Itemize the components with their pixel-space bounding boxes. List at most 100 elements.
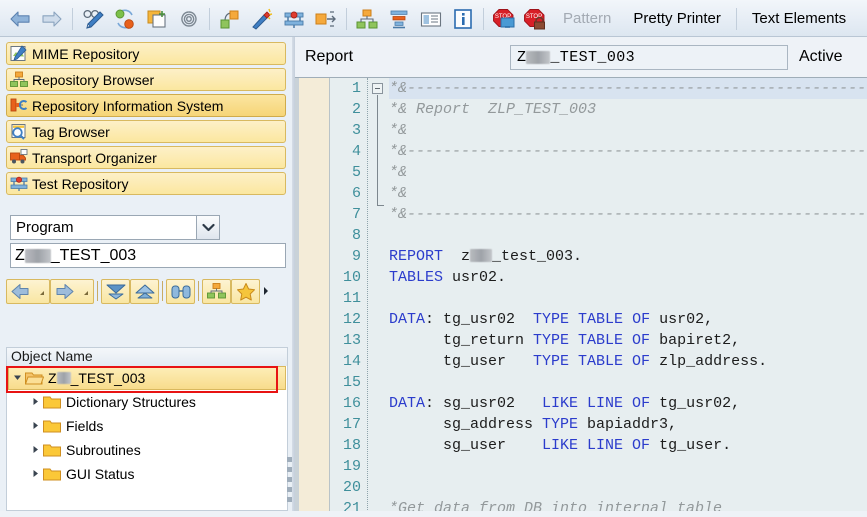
- sidebar-item-repository-information-system[interactable]: Repository Information System: [6, 94, 286, 117]
- chevron-down-icon[interactable]: [196, 216, 219, 239]
- code-token: : sg_usr02: [425, 395, 543, 412]
- repository-browser-icon: [10, 71, 28, 88]
- object-tree[interactable]: Z _TEST_003 Dictionary Structures Fields: [6, 366, 288, 511]
- code-line[interactable]: *&: [389, 120, 867, 141]
- expand-subtree-button[interactable]: [101, 278, 130, 304]
- navigation-panel: MIME Repository Repository Browser Repos…: [0, 37, 292, 511]
- code-folding-column[interactable]: [371, 78, 389, 511]
- code-line[interactable]: *& Report ZLP_TEST_003: [389, 99, 867, 120]
- test-repository-icon: [10, 175, 28, 192]
- repository-information-system-icon: [10, 97, 28, 114]
- tree-row-dictionary-structures[interactable]: Dictionary Structures: [7, 390, 287, 414]
- tree-expand-toggle[interactable]: [27, 469, 43, 480]
- code-line[interactable]: TABLES usr02.: [389, 267, 867, 288]
- code-line[interactable]: REPORT z _test_003.: [389, 246, 867, 267]
- line-number: 4: [351, 143, 361, 160]
- tree-row-gui-status[interactable]: GUI Status: [7, 462, 287, 486]
- code-line[interactable]: *Get data from DB into internal table: [389, 498, 867, 511]
- tree-expand-toggle[interactable]: [27, 397, 43, 408]
- more-options-button[interactable]: [260, 285, 272, 297]
- object-type-select[interactable]: Program: [10, 215, 220, 240]
- favorites-button[interactable]: [231, 278, 260, 304]
- documentation-icon[interactable]: [415, 3, 447, 35]
- pattern-button[interactable]: Pattern: [552, 10, 622, 27]
- collapse-block-icon[interactable]: [372, 83, 383, 94]
- display-object-list-icon[interactable]: [310, 3, 342, 35]
- editor-object-name-field[interactable]: Z _TEST_003: [510, 44, 788, 70]
- enhance-wand-icon[interactable]: [246, 3, 278, 35]
- object-name-prefix: Z: [15, 246, 25, 264]
- check-syntax-display-icon[interactable]: STOP: [488, 3, 520, 35]
- code-line[interactable]: *&: [389, 162, 867, 183]
- tree-row-root[interactable]: Z _TEST_003: [8, 366, 286, 390]
- object-list-button[interactable]: [202, 278, 231, 304]
- line-number: 21: [342, 500, 361, 511]
- code-line[interactable]: tg_return TYPE TABLE OF bapiret2,: [389, 330, 867, 351]
- code-line[interactable]: [389, 372, 867, 393]
- text-elements-button[interactable]: Text Elements: [741, 10, 857, 27]
- code-line[interactable]: [389, 456, 867, 477]
- line-number-gutter: 12345678910111213141516171819202122: [330, 78, 365, 511]
- toolbar-separator: [483, 7, 484, 30]
- tree-toolbar: [6, 277, 288, 305]
- tree-back-button[interactable]: [6, 278, 50, 304]
- mime-repository-icon: [10, 45, 28, 62]
- tag-browser-icon: [10, 123, 28, 140]
- sidebar-item-mime-repository[interactable]: MIME Repository: [6, 42, 286, 65]
- display-change-glasses-pencil-icon[interactable]: [77, 3, 109, 35]
- code-line[interactable]: tg_user TYPE TABLE OF zlp_address.: [389, 351, 867, 372]
- code-line[interactable]: *&: [389, 183, 867, 204]
- pretty-printer-button[interactable]: Pretty Printer: [622, 10, 732, 27]
- code-line[interactable]: [389, 225, 867, 246]
- forward-arrow-icon[interactable]: [36, 3, 68, 35]
- inactive-objects-icon[interactable]: [173, 3, 205, 35]
- tree-expand-toggle[interactable]: [27, 445, 43, 456]
- back-arrow-icon[interactable]: [4, 3, 36, 35]
- code-editor[interactable]: 12345678910111213141516171819202122 *&--…: [295, 77, 867, 511]
- code-line[interactable]: DATA: sg_usr02 LIKE LINE OF tg_usr02,: [389, 393, 867, 414]
- code-line[interactable]: DATA: tg_usr02 TYPE TABLE OF usr02,: [389, 309, 867, 330]
- activate-object-icon[interactable]: [109, 3, 141, 35]
- code-line[interactable]: [389, 288, 867, 309]
- code-token: z: [443, 248, 471, 265]
- code-token: *Get data from DB into internal table: [389, 500, 723, 511]
- information-icon[interactable]: [447, 3, 479, 35]
- code-line[interactable]: *&--------------------------------------…: [389, 204, 867, 225]
- tree-expand-toggle[interactable]: [27, 421, 43, 432]
- toolbar-separator: [209, 7, 210, 30]
- code-line[interactable]: *&--------------------------------------…: [389, 78, 867, 99]
- sidebar-item-transport-organizer[interactable]: Transport Organizer: [6, 146, 286, 169]
- code-line[interactable]: *&--------------------------------------…: [389, 141, 867, 162]
- bookmark-column[interactable]: [299, 78, 330, 511]
- toolbar-separator: [346, 7, 347, 30]
- code-line[interactable]: sg_user LIKE LINE OF tg_user.: [389, 435, 867, 456]
- sidebar-item-test-repository[interactable]: Test Repository: [6, 172, 286, 195]
- repository-structure-icon[interactable]: [351, 3, 383, 35]
- code-text-area[interactable]: *&--------------------------------------…: [389, 78, 867, 511]
- code-token: TYPE TABLE OF: [533, 311, 651, 328]
- line-number: 7: [351, 206, 361, 223]
- stop-lock-icon[interactable]: STOP: [520, 3, 552, 35]
- toolbar-separator: [198, 281, 199, 301]
- tree-forward-button[interactable]: [50, 278, 94, 304]
- sidebar-item-label: Repository Browser: [32, 71, 155, 88]
- object-navigation-icon[interactable]: [214, 3, 246, 35]
- object-name-input[interactable]: Z _TEST_003: [10, 243, 286, 268]
- code-line[interactable]: [389, 477, 867, 498]
- find-button[interactable]: [166, 278, 195, 304]
- collapse-subtree-button[interactable]: [130, 278, 159, 304]
- tree-row-fields[interactable]: Fields: [7, 414, 287, 438]
- other-object-icon[interactable]: [141, 3, 173, 35]
- workbench-hierarchy-icon[interactable]: [383, 3, 415, 35]
- code-line[interactable]: sg_address TYPE bapiaddr3,: [389, 414, 867, 435]
- sidebar-item-repository-browser[interactable]: Repository Browser: [6, 68, 286, 91]
- where-used-list-icon[interactable]: [278, 3, 310, 35]
- redacted-text: [526, 50, 551, 64]
- line-number: 3: [351, 122, 361, 139]
- tree-expand-toggle[interactable]: [9, 373, 25, 384]
- sidebar-item-tag-browser[interactable]: Tag Browser: [6, 120, 286, 143]
- code-token: bapiret2,: [650, 332, 741, 349]
- tree-row-subroutines[interactable]: Subroutines: [7, 438, 287, 462]
- folder-icon: [43, 419, 62, 434]
- status-badge: Active: [799, 48, 843, 65]
